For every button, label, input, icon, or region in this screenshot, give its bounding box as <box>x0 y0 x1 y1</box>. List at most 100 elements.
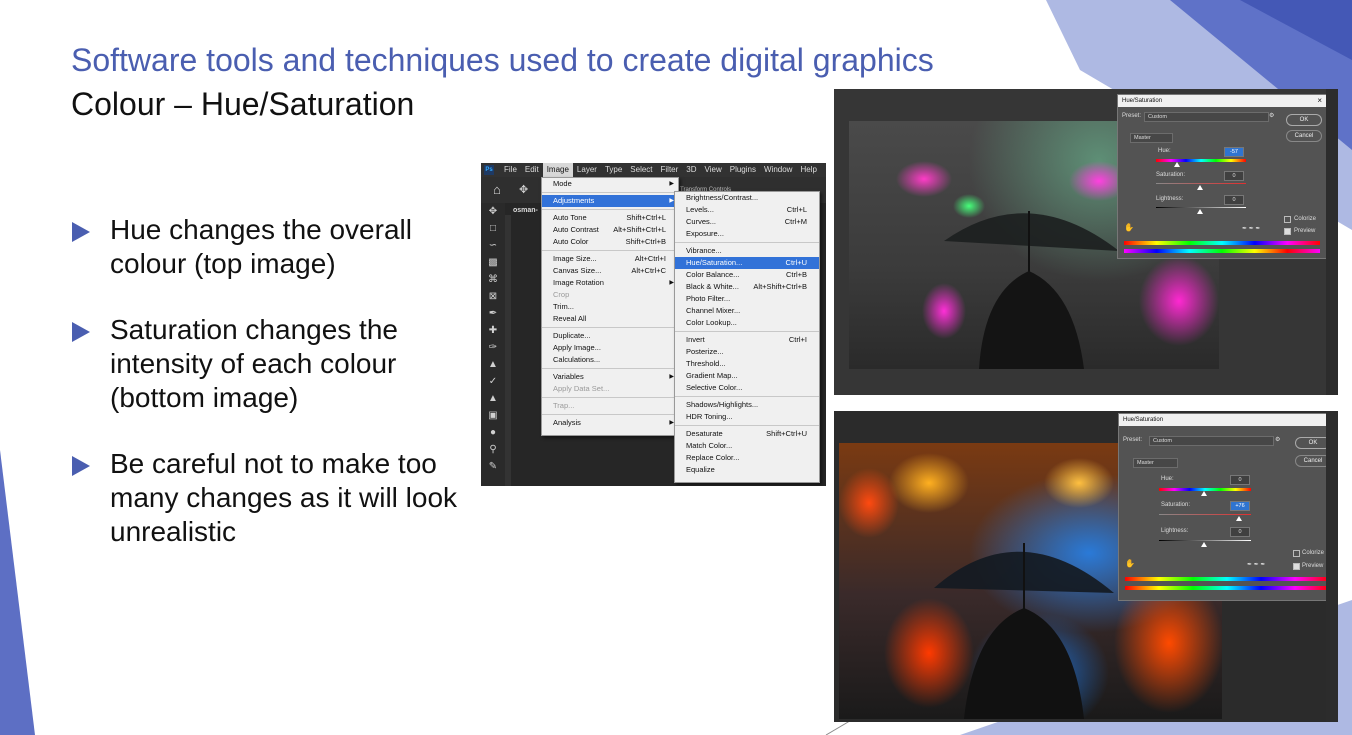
adjustments-menu-match-color[interactable]: Match Color... <box>675 440 819 452</box>
target-adjust-hand-icon[interactable]: ✋ <box>1125 559 1135 568</box>
eyedropper-tool-icon[interactable]: ✒ <box>481 305 505 322</box>
image-menu-auto-color[interactable]: Auto Color Shift+Ctrl+B <box>542 236 678 248</box>
saturation-field[interactable]: 0 <box>1224 171 1244 181</box>
adjustments-menu-channel-mixer[interactable]: Channel Mixer... <box>675 305 819 317</box>
image-menu-analysis[interactable]: Analysis ▶ <box>542 417 678 429</box>
menu-select[interactable]: Select <box>626 163 656 177</box>
move-tool-icon[interactable]: ✥ <box>481 203 505 220</box>
saturation-slider-thumb[interactable] <box>1236 516 1242 521</box>
eyedropper-icon[interactable]: ✒ ✒ ✒ <box>1242 225 1260 232</box>
crop-tool-icon[interactable]: ⌘ <box>481 271 505 288</box>
image-menu-duplicate[interactable]: Duplicate... <box>542 330 678 342</box>
pen-tool-icon[interactable]: ✎ <box>481 458 505 475</box>
stamp-tool-icon[interactable]: ▲ <box>481 356 505 373</box>
image-menu-image-size[interactable]: Image Size... Alt+Ctrl+I <box>542 253 678 265</box>
deco-left-triangle <box>0 450 35 735</box>
brush-tool-icon[interactable]: ✑ <box>481 339 505 356</box>
hue-field[interactable]: 0 <box>1230 475 1250 485</box>
image-menu-trim[interactable]: Trim... <box>542 301 678 313</box>
image-menu-canvas-size[interactable]: Canvas Size... Alt+Ctrl+C <box>542 265 678 277</box>
lasso-tool-icon[interactable]: ∽ <box>481 237 505 254</box>
colorize-checkbox[interactable] <box>1293 550 1300 557</box>
adjustments-menu-selective-color[interactable]: Selective Color... <box>675 382 819 394</box>
preview-checkbox[interactable] <box>1293 563 1300 570</box>
menu-image[interactable]: Image <box>542 163 573 177</box>
menu-edit[interactable]: Edit <box>521 163 543 177</box>
adjustments-menu-replace-color[interactable]: Replace Color... <box>675 452 819 464</box>
image-menu-apply-image[interactable]: Apply Image... <box>542 342 678 354</box>
menu-file[interactable]: File <box>500 163 521 177</box>
adjustments-menu-exposure[interactable]: Exposure... <box>675 228 819 240</box>
image-menu-image-rotation[interactable]: Image Rotation ▶ <box>542 277 678 289</box>
ok-button[interactable]: OK <box>1286 114 1322 126</box>
document-tab[interactable]: osman- <box>513 207 538 214</box>
adjustments-menu-vibrance[interactable]: Vibrance... <box>675 245 819 257</box>
adjustments-menu-color-balance[interactable]: Color Balance... Ctrl+B <box>675 269 819 281</box>
adjustments-menu-hue-saturation[interactable]: Hue/Saturation... Ctrl+U <box>675 257 819 269</box>
preview-checkbox[interactable] <box>1284 228 1291 235</box>
target-adjust-hand-icon[interactable]: ✋ <box>1124 223 1134 232</box>
image-menu-adjustments[interactable]: Adjustments ▶ <box>542 195 678 207</box>
lightness-slider-thumb[interactable] <box>1201 542 1207 547</box>
image-menu-auto-tone[interactable]: Auto Tone Shift+Ctrl+L <box>542 212 678 224</box>
image-menu-auto-contrast[interactable]: Auto Contrast Alt+Shift+Ctrl+L <box>542 224 678 236</box>
frame-tool-icon[interactable]: ⊠ <box>481 288 505 305</box>
lightness-field[interactable]: 0 <box>1230 527 1250 537</box>
gradient-tool-icon[interactable]: ▣ <box>481 407 505 424</box>
menu-item-label: Trap... <box>553 401 575 410</box>
adjustments-menu-equalize[interactable]: Equalize <box>675 464 819 476</box>
adjustments-menu-photo-filter[interactable]: Photo Filter... <box>675 293 819 305</box>
image-menu-reveal-all[interactable]: Reveal All <box>542 313 678 325</box>
healing-tool-icon[interactable]: ✚ <box>481 322 505 339</box>
menu-help[interactable]: Help <box>796 163 820 177</box>
hue-slider-thumb[interactable] <box>1201 491 1207 496</box>
home-icon[interactable]: ⌂ <box>493 182 501 197</box>
adjustments-menu-desaturate[interactable]: Desaturate Shift+Ctrl+U <box>675 428 819 440</box>
adjustments-menu-invert[interactable]: Invert Ctrl+I <box>675 334 819 346</box>
lightness-slider-thumb[interactable] <box>1197 209 1203 214</box>
channel-select[interactable]: Master <box>1133 458 1178 468</box>
colorize-checkbox[interactable] <box>1284 216 1291 223</box>
eraser-tool-icon[interactable]: ▲ <box>481 390 505 407</box>
image-menu-variables[interactable]: Variables ▶ <box>542 371 678 383</box>
marquee-tool-icon[interactable]: □ <box>481 220 505 237</box>
adjustments-menu-hdr-toning[interactable]: HDR Toning... <box>675 411 819 423</box>
menu-plugins[interactable]: Plugins <box>726 163 760 177</box>
adjustments-menu-brightness-contrast[interactable]: Brightness/Contrast... <box>675 192 819 204</box>
gear-icon[interactable]: ⚙ <box>1275 436 1280 443</box>
move-tool-icon[interactable]: ✥ <box>519 183 528 196</box>
preset-select[interactable]: Custom <box>1149 436 1274 446</box>
adjustments-menu-shadows-highlights[interactable]: Shadows/Highlights... <box>675 399 819 411</box>
preset-select[interactable]: Custom <box>1144 112 1269 122</box>
image-menu-calculations[interactable]: Calculations... <box>542 354 678 366</box>
preset-label: Preset: <box>1122 113 1142 119</box>
close-icon[interactable]: × <box>1317 95 1322 107</box>
eyedropper-icon[interactable]: ✒ ✒ ✒ <box>1247 561 1265 568</box>
menu-type[interactable]: Type <box>601 163 626 177</box>
dodge-tool-icon[interactable]: ⚲ <box>481 441 505 458</box>
adjustments-menu-posterize[interactable]: Posterize... <box>675 346 819 358</box>
adjustments-menu-color-lookup[interactable]: Color Lookup... <box>675 317 819 329</box>
saturation-slider-thumb[interactable] <box>1197 185 1203 190</box>
object-select-tool-icon[interactable]: ▩ <box>481 254 505 271</box>
hue-slider-thumb[interactable] <box>1174 162 1180 167</box>
lightness-field[interactable]: 0 <box>1224 195 1244 205</box>
hue-field[interactable]: -57 <box>1224 147 1244 157</box>
menu-3d[interactable]: 3D <box>682 163 700 177</box>
saturation-field[interactable]: +76 <box>1230 501 1250 511</box>
channel-select[interactable]: Master <box>1130 133 1173 143</box>
adjustments-menu-gradient-map[interactable]: Gradient Map... <box>675 370 819 382</box>
adjustments-menu-black-white[interactable]: Black & White... Alt+Shift+Ctrl+B <box>675 281 819 293</box>
menu-layer[interactable]: Layer <box>573 163 601 177</box>
cancel-button[interactable]: Cancel <box>1286 130 1322 142</box>
menu-view[interactable]: View <box>701 163 726 177</box>
blur-tool-icon[interactable]: ● <box>481 424 505 441</box>
image-menu-mode[interactable]: Mode ▶ <box>542 178 678 190</box>
menu-window[interactable]: Window <box>760 163 796 177</box>
adjustments-menu-threshold[interactable]: Threshold... <box>675 358 819 370</box>
adjustments-menu-curves[interactable]: Curves... Ctrl+M <box>675 216 819 228</box>
gear-icon[interactable]: ⚙ <box>1269 112 1274 119</box>
history-brush-tool-icon[interactable]: ✓ <box>481 373 505 390</box>
adjustments-menu-levels[interactable]: Levels... Ctrl+L <box>675 204 819 216</box>
menu-filter[interactable]: Filter <box>657 163 683 177</box>
